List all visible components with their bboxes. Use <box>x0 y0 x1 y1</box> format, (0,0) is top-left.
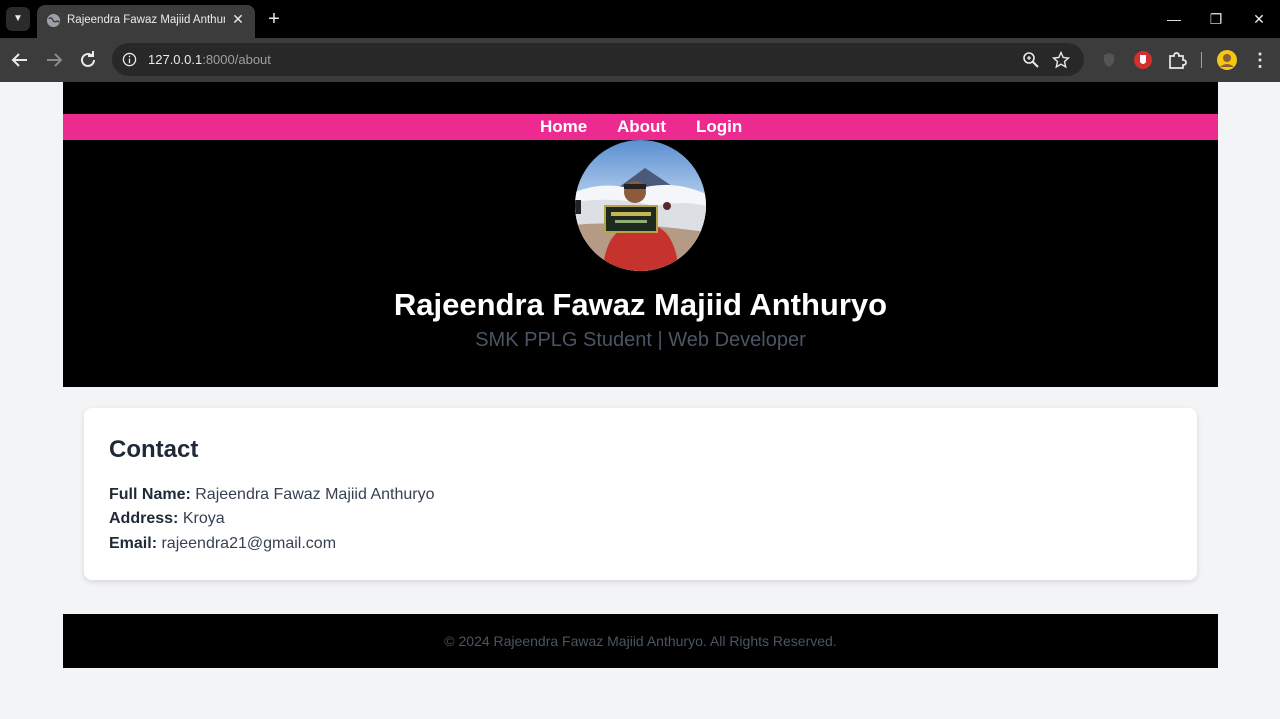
address-value: Kroya <box>182 510 225 527</box>
full-name-value: Rajeendra Fawaz Majiid Anthuryo <box>195 486 435 503</box>
site-info-icon[interactable] <box>122 52 137 67</box>
globe-icon <box>46 13 61 28</box>
toolbar-divider <box>1201 52 1202 68</box>
new-tab-plus-icon[interactable]: + <box>263 8 285 30</box>
zoom-icon[interactable] <box>1022 51 1040 69</box>
site-footer: © 2024 Rajeendra Fawaz Majiid Anthuryo. … <box>63 614 1218 668</box>
reload-icon[interactable] <box>76 48 100 72</box>
profile-photo <box>575 140 706 271</box>
url-text: 127.0.0.1:8000/about <box>148 52 271 67</box>
address-row: Address: Kroya <box>109 510 225 528</box>
bookmark-star-icon[interactable] <box>1052 51 1070 69</box>
minimize-icon[interactable]: — <box>1160 6 1188 32</box>
email-row: Email: rajeendra21@gmail.com <box>109 535 336 553</box>
profile-tagline: SMK PPLG Student | Web Developer <box>475 329 806 351</box>
close-tab-icon[interactable]: ✕ <box>229 10 247 28</box>
profile-avatar-icon[interactable] <box>1216 49 1238 71</box>
browser-tab[interactable]: Rajeendra Fawaz Majiid Anthuryo ✕ <box>37 5 255 38</box>
shield-extension-icon[interactable] <box>1098 49 1120 71</box>
profile-name: Rajeendra Fawaz Majiid Anthuryo <box>393 287 888 322</box>
back-arrow-icon[interactable] <box>8 48 32 72</box>
nav-about-link[interactable]: About <box>617 117 666 137</box>
address-label: Address: <box>109 510 179 527</box>
tab-search-chevron-icon[interactable]: ▼ <box>6 7 30 31</box>
main-navbar: Home About Login <box>63 114 1218 140</box>
profile-header: Home About Login Rajeendra Fawaz Majiid … <box>63 82 1218 387</box>
nav-login-link[interactable]: Login <box>696 117 742 137</box>
contact-card: Contact Full Name: Rajeendra Fawaz Majii… <box>84 408 1197 580</box>
browser-tab-bar: ▼ Rajeendra Fawaz Majiid Anthuryo ✕ + — … <box>0 0 1280 38</box>
window-close-icon[interactable]: ✕ <box>1245 6 1273 32</box>
nav-home-link[interactable]: Home <box>540 117 587 137</box>
footer-copyright: © 2024 Rajeendra Fawaz Majiid Anthuryo. … <box>444 633 837 649</box>
contact-title: Contact <box>109 436 199 463</box>
restore-icon[interactable]: ❐ <box>1202 6 1230 32</box>
full-name-label: Full Name: <box>109 486 191 503</box>
email-label: Email: <box>109 535 158 552</box>
extensions-puzzle-icon[interactable] <box>1166 49 1188 71</box>
forward-arrow-icon[interactable] <box>42 48 66 72</box>
full-name-row: Full Name: Rajeendra Fawaz Majiid Anthur… <box>109 486 434 504</box>
browser-toolbar: 127.0.0.1:8000/about ⋮ <box>0 38 1280 82</box>
tab-title: Rajeendra Fawaz Majiid Anthuryo <box>67 14 225 26</box>
browser-menu-icon[interactable]: ⋮ <box>1248 48 1272 72</box>
extension-red-icon[interactable] <box>1132 49 1154 71</box>
email-value: rajeendra21@gmail.com <box>161 535 337 552</box>
address-bar[interactable]: 127.0.0.1:8000/about <box>112 43 1084 76</box>
